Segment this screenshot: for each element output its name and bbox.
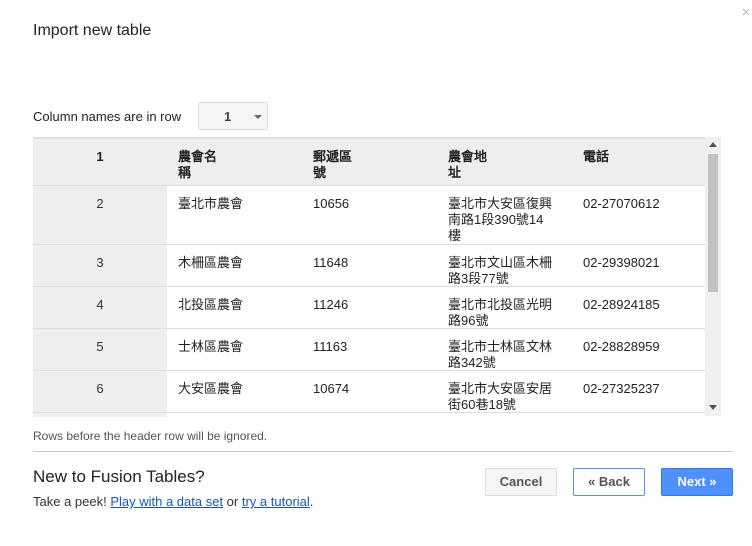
back-button[interactable]: « Back (573, 468, 645, 496)
header-cell-address: 農會地 址 (448, 149, 488, 180)
tutorial-link[interactable]: try a tutorial (242, 494, 310, 509)
header-cell-farm-association-name: 農會名 稱 (178, 149, 218, 180)
cancel-button[interactable]: Cancel (485, 468, 557, 496)
cell-address: 臺北市大安區安居 街60巷18號 (448, 381, 553, 412)
cell-postal-code: 11246 (313, 297, 349, 312)
scroll-down-icon[interactable] (709, 405, 717, 410)
cell-address: 臺北市大安區復興 南路1段390號14 樓 (448, 196, 553, 243)
row-number: 5 (33, 329, 167, 370)
table-row: 6 大安區農會 10674 臺北市大安區安居 街60巷18號 02-27325237 (33, 371, 705, 413)
chevron-down-icon (254, 115, 262, 119)
cell-address: 臺北市文山區木柵 路3段77號 (448, 255, 553, 286)
row-number: 4 (33, 287, 167, 328)
play-dataset-link[interactable]: Play with a data set (110, 494, 223, 509)
scroll-thumb[interactable] (708, 154, 718, 292)
cell-phone: 02-28828959 (583, 339, 660, 354)
header-row-label: Column names are in row (33, 109, 182, 124)
row-number: 6 (33, 371, 167, 412)
ignore-note: Rows before the header row will be ignor… (33, 429, 268, 443)
cell-postal-code: 11163 (313, 339, 348, 354)
table-header-row: 1 農會名 稱 郵遞區 號 農會地 址 電話 (33, 138, 705, 186)
table-row: 3 木柵區農會 11648 臺北市文山區木柵 路3段77號 02-29398021 (33, 245, 705, 287)
cell-address: 臺北市北投區光明 路96號 (448, 297, 553, 328)
row-number: 7 (33, 413, 167, 417)
header-cell-postal-code: 郵遞區 號 (313, 149, 353, 180)
table-scrollbar[interactable] (705, 137, 721, 416)
preview-table: 1 農會名 稱 郵遞區 號 農會地 址 電話 2 臺北市農會 10656 臺北市大安區復興 南路… (33, 137, 721, 417)
divider (33, 451, 733, 452)
cell-phone: 02-28924185 (583, 297, 660, 312)
row-number: 1 (33, 139, 167, 185)
cell-address: 臺北市士林區文林 路342號 (448, 339, 553, 370)
cell-farm-association-name: 大安區農會 (178, 381, 244, 396)
peek-or: or (223, 494, 242, 509)
cell-phone: 02-27070612 (583, 196, 660, 211)
cell-phone: 02-29398021 (583, 255, 660, 270)
peek-prefix: Take a peek! (33, 494, 111, 509)
cell-farm-association-name: 士林區農會 (178, 339, 244, 354)
cell-postal-code: 10656 (313, 196, 350, 211)
cell-farm-association-name: 臺北市農會 (178, 196, 244, 211)
header-cell-phone: 電話 (583, 149, 610, 164)
table-row: 4 北投區農會 11246 臺北市北投區光明 路96號 02-28924185 (33, 287, 705, 329)
cell-farm-association-name: 北投區農會 (178, 297, 244, 312)
cell-postal-code: 11648 (313, 255, 349, 270)
cell-farm-association-name: 木柵區農會 (178, 255, 244, 270)
cell-postal-code: 10674 (313, 381, 350, 396)
header-row-select[interactable]: 1 (198, 102, 268, 130)
dialog-title: Import new table (33, 22, 152, 39)
row-number: 2 (33, 186, 167, 244)
header-row-value: 1 (224, 109, 232, 124)
scroll-up-icon[interactable] (709, 142, 717, 147)
table-row: 2 臺北市農會 10656 臺北市大安區復興 南路1段390號14 樓 02-27070… (33, 186, 705, 245)
row-number: 3 (33, 245, 167, 286)
peek-text: Take a peek! Play with a data set or try… (33, 494, 313, 509)
table-row: 5 士林區農會 11163 臺北市士林區文林 路342號 02-28828959 (33, 329, 705, 371)
preview-grid: 1 農會名 稱 郵遞區 號 農會地 址 電話 2 臺北市農會 10656 臺北市大安區復興 南路… (33, 138, 705, 417)
peek-suffix: . (309, 494, 314, 509)
next-button[interactable]: Next » (661, 468, 733, 496)
cell-phone: 02-27325237 (583, 381, 660, 396)
close-icon[interactable]: × (740, 5, 752, 20)
new-to-fusion-heading: New to Fusion Tables? (33, 467, 205, 486)
table-row: 7中山區農會10459臺北市新生北路202-25418238 (33, 413, 705, 417)
